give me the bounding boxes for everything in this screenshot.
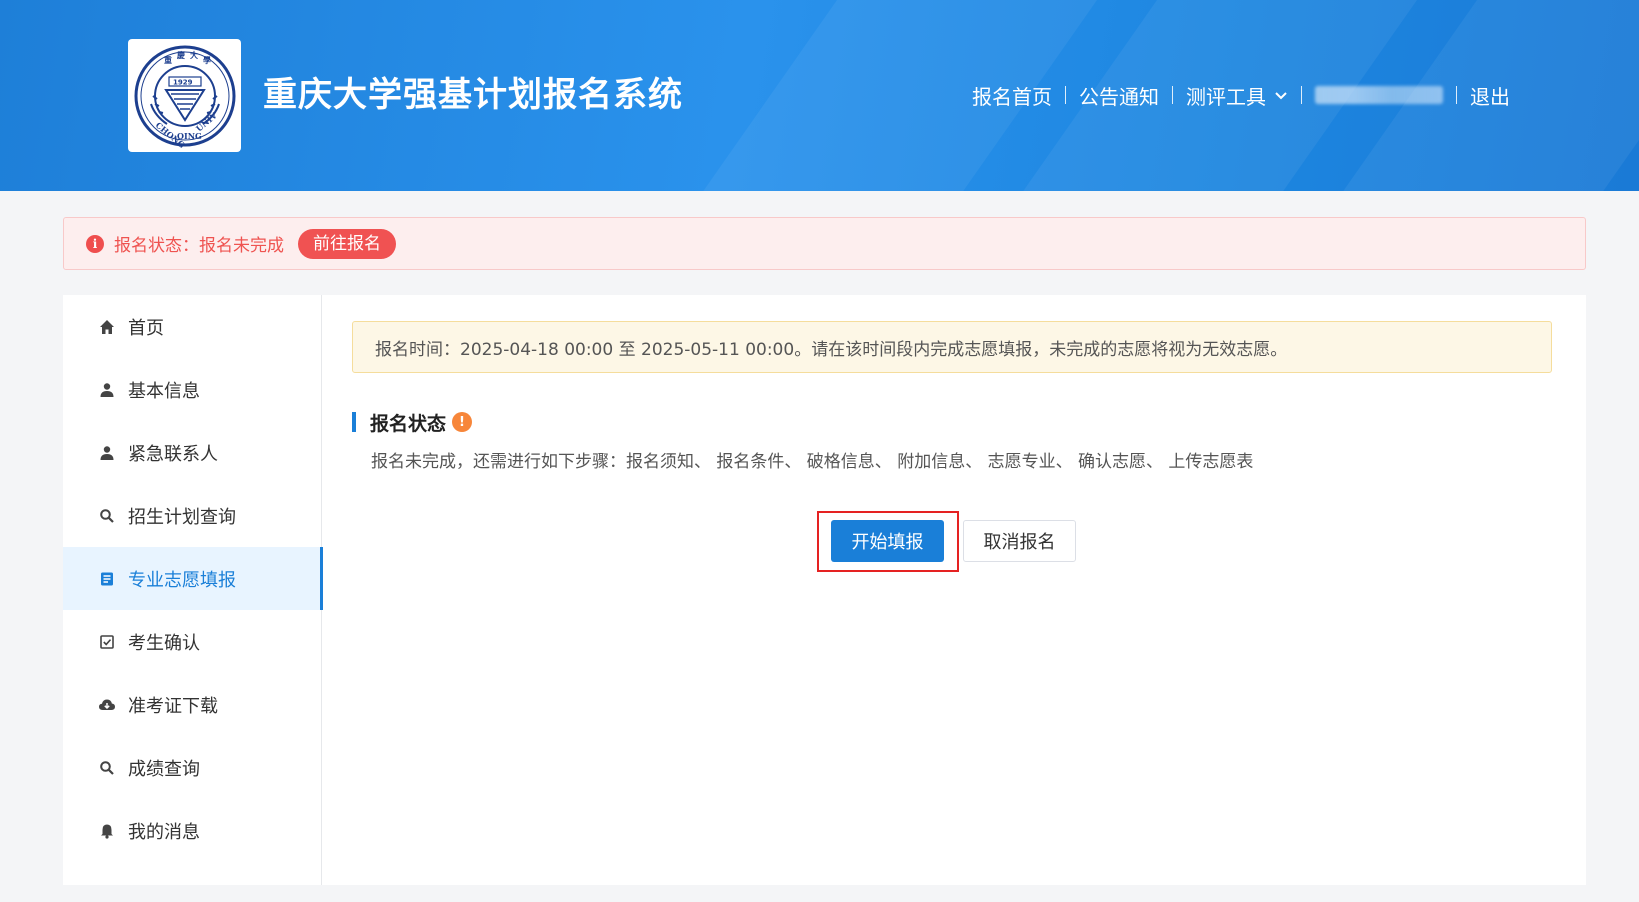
sidebar-item-label: 基本信息 — [128, 380, 200, 402]
registration-status-alert: i 报名状态：报名未完成 前往报名 — [63, 217, 1586, 270]
sidebar-item-label: 准考证下载 — [128, 695, 218, 717]
user-icon — [98, 444, 116, 462]
go-register-button[interactable]: 前往报名 — [298, 228, 396, 259]
site-title: 重庆大学强基计划报名系统 — [263, 75, 683, 115]
checkbox-icon — [98, 633, 116, 651]
search-icon — [98, 507, 116, 525]
user-account-name-redacted[interactable] — [1315, 86, 1443, 104]
top-header: 重慶大學 CHONG QING UNIV 1929 重庆大学强基计划报名系统 报… — [0, 0, 1639, 191]
sidebar-item-label: 招生计划查询 — [128, 506, 236, 528]
sidebar-item-score-query[interactable]: 成绩查询 — [63, 736, 322, 799]
section-header: 报名状态 ! — [352, 409, 473, 435]
bell-icon — [98, 822, 116, 840]
nav-divider — [1456, 86, 1457, 104]
sidebar-item-emergency-contact[interactable]: 紧急联系人 — [63, 421, 322, 484]
pending-steps-text: 报名未完成，还需进行如下步骤：报名须知、 报名条件、 破格信息、 附加信息、 志… — [371, 452, 1254, 472]
info-icon: i — [86, 234, 104, 253]
sidebar-item-label: 专业志愿填报 — [128, 569, 236, 591]
warning-icon: ! — [452, 412, 473, 432]
sidebar-item-basic-info[interactable]: 基本信息 — [63, 358, 322, 421]
nav-home-link[interactable]: 报名首页 — [972, 81, 1052, 110]
nav-divider — [1065, 86, 1066, 104]
sidebar-item-label: 紧急联系人 — [128, 443, 218, 465]
sidebar-item-label: 考生确认 — [128, 632, 200, 654]
sidebar-item-home[interactable]: 首页 — [63, 295, 322, 358]
svg-text:慶: 慶 — [177, 50, 186, 60]
main-panel: 首页 基本信息 紧急联系人 招生计划查询 专业志愿填报 考生确认 准考证下载 成… — [63, 295, 1586, 885]
sidebar-menu: 首页 基本信息 紧急联系人 招生计划查询 专业志愿填报 考生确认 准考证下载 成… — [63, 295, 323, 885]
nav-tools-label: 测评工具 — [1186, 84, 1266, 109]
user-icon — [98, 381, 116, 399]
svg-text:重: 重 — [164, 55, 172, 65]
sidebar-item-enrollment-plan[interactable]: 招生计划查询 — [63, 484, 322, 547]
chevron-down-icon — [1274, 88, 1288, 102]
svg-text:1929: 1929 — [173, 78, 193, 86]
registration-status-text: 报名状态：报名未完成 — [114, 236, 284, 256]
section-title: 报名状态 — [370, 412, 447, 435]
nav-notice-link[interactable]: 公告通知 — [1079, 81, 1159, 110]
top-navigation: 报名首页 公告通知 测评工具 退出 — [972, 78, 1510, 112]
document-icon — [98, 570, 116, 588]
sidebar-item-label: 成绩查询 — [128, 758, 200, 780]
nav-tools-dropdown[interactable]: 测评工具 — [1186, 81, 1288, 110]
sidebar-item-label: 首页 — [128, 317, 164, 339]
sidebar-item-my-messages[interactable]: 我的消息 — [63, 799, 322, 862]
cloud-download-icon — [98, 696, 116, 714]
cancel-registration-button[interactable]: 取消报名 — [963, 520, 1076, 562]
sidebar-item-major-application[interactable]: 专业志愿填报 — [63, 547, 323, 610]
sidebar-item-confirmation[interactable]: 考生确认 — [63, 610, 322, 673]
nav-divider — [1172, 86, 1173, 104]
home-icon — [98, 318, 116, 336]
chongqing-university-seal-icon: 重慶大學 CHONG QING UNIV 1929 — [134, 45, 235, 148]
sidebar-item-label: 我的消息 — [128, 821, 200, 843]
section-title-bar — [352, 412, 356, 432]
start-filling-button[interactable]: 开始填报 — [831, 520, 944, 562]
sidebar-item-admission-ticket[interactable]: 准考证下载 — [63, 673, 322, 736]
university-logo[interactable]: 重慶大學 CHONG QING UNIV 1929 — [128, 39, 241, 152]
svg-text:大: 大 — [190, 50, 198, 60]
search-icon — [98, 759, 116, 777]
svg-text:學: 學 — [203, 55, 211, 65]
logout-link[interactable]: 退出 — [1470, 81, 1510, 110]
registration-time-notice: 报名时间：2025-04-18 00:00 至 2025-05-11 00:00… — [352, 321, 1552, 373]
nav-divider — [1301, 86, 1302, 104]
